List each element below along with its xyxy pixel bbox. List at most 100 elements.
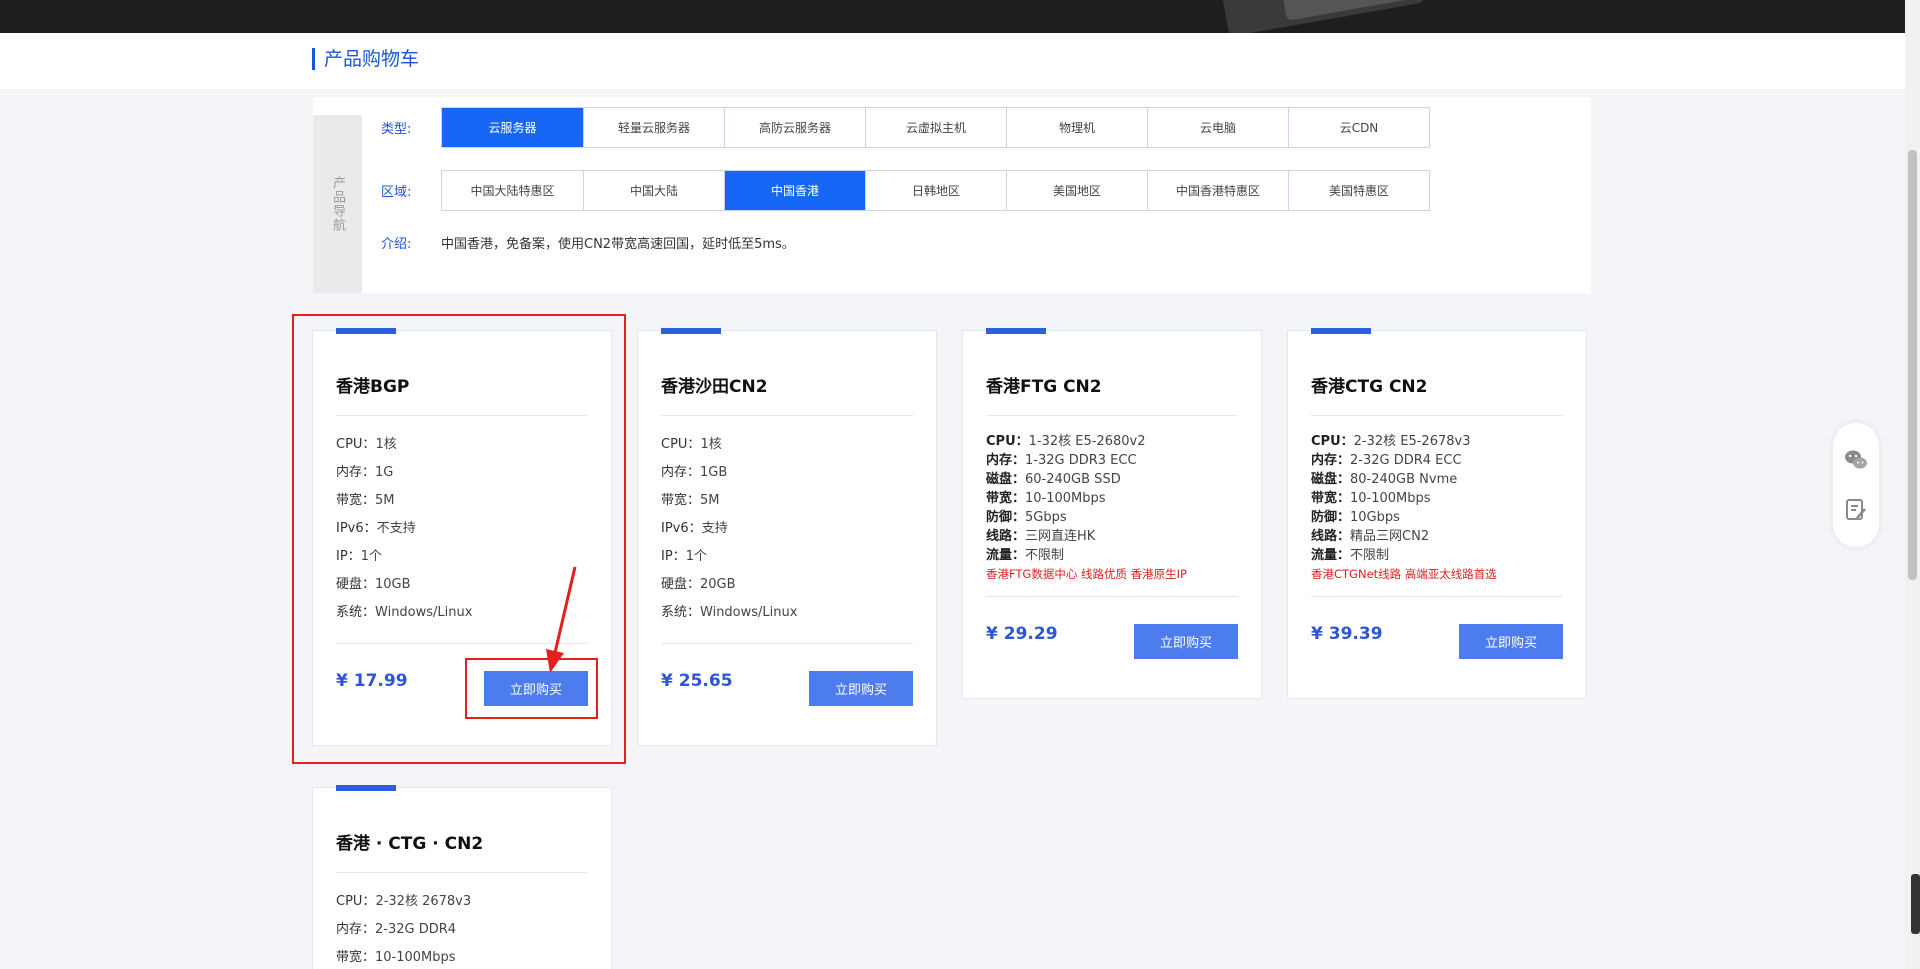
spec-list: CPU：1-32核 E5-2680v2 内存：1-32G DDR3 ECC 磁盘：6… xyxy=(986,432,1146,565)
card-divider xyxy=(986,596,1238,597)
spec-item: 带宽：5M xyxy=(661,487,797,515)
spec-value: 10-100Mbps xyxy=(1025,491,1106,506)
spec-value: 2-32G DDR4 ECC xyxy=(1350,453,1462,468)
scrollbar-thumb[interactable] xyxy=(1908,150,1917,580)
spec-value: 1核 xyxy=(700,437,722,452)
product-card-hk-ctg-cn2-alt: 香港 · CTG · CN2 CPU：2-32核 2678v3 内存：2-32G … xyxy=(312,785,612,969)
region-option[interactable]: 中国大陆 xyxy=(583,171,724,210)
annotation-arrow-icon xyxy=(546,566,577,673)
card-divider xyxy=(986,415,1238,416)
spec-item: 防御：10Gbps xyxy=(1311,508,1471,527)
spec-item: 内存：1GB xyxy=(661,459,797,487)
spec-key: CPU： xyxy=(336,894,376,909)
spec-item: 带宽：10-100Mbps xyxy=(1311,489,1471,508)
product-price: ¥ 29.29 xyxy=(986,624,1058,644)
type-option[interactable]: 物理机 xyxy=(1006,108,1147,147)
spec-value: 20GB xyxy=(700,577,736,592)
type-option[interactable]: 轻量云服务器 xyxy=(583,108,724,147)
type-options: 云服务器 轻量云服务器 高防云服务器 云虚拟主机 物理机 云电脑 云CDN xyxy=(441,107,1430,148)
spec-key: IP： xyxy=(661,549,686,564)
intro-row: 介绍: 中国香港，免备案，使用CN2带宽高速回国，延时低至5ms。 xyxy=(381,233,795,252)
product-name: 香港沙田CN2 xyxy=(661,377,768,397)
spec-item: 流量：不限制 xyxy=(986,546,1146,565)
buy-now-button[interactable]: 立即购买 xyxy=(809,671,913,706)
type-option[interactable]: 云CDN xyxy=(1288,108,1429,147)
intro-text: 中国香港，免备案，使用CN2带宽高速回国，延时低至5ms。 xyxy=(441,237,795,252)
card-divider xyxy=(1311,415,1563,416)
spec-item: IP：1个 xyxy=(661,543,797,571)
spec-item: 系统：Windows/Linux xyxy=(661,599,797,627)
type-option[interactable]: 高防云服务器 xyxy=(724,108,865,147)
card-divider xyxy=(661,643,913,644)
spec-key: 系统： xyxy=(661,605,701,620)
region-option[interactable]: 日韩地区 xyxy=(865,171,1006,210)
spec-value: 支持 xyxy=(701,521,728,536)
card-accent xyxy=(336,785,396,791)
spec-key: 带宽： xyxy=(1311,491,1351,506)
wechat-icon[interactable] xyxy=(1843,447,1869,473)
spec-list: CPU：1核 内存：1GB 带宽：5M IPv6：支持 IP：1个 硬盘：20GB 系统：W… xyxy=(661,431,797,627)
product-price: ¥ 39.39 xyxy=(1311,624,1383,644)
region-option[interactable]: 中国香港特惠区 xyxy=(1147,171,1288,210)
edit-note-icon[interactable] xyxy=(1843,497,1869,523)
spec-item: CPU：1-32核 E5-2680v2 xyxy=(986,432,1146,451)
side-widget xyxy=(1911,874,1920,934)
spec-item: 内存：1-32G DDR3 ECC xyxy=(986,451,1146,470)
spec-value: 80-240GB Nvme xyxy=(1350,472,1458,487)
region-option[interactable]: 美国特惠区 xyxy=(1288,171,1429,210)
nav-side-label: 产品导航 xyxy=(313,115,362,293)
card-divider xyxy=(661,415,913,416)
spec-item: 硬盘：20GB xyxy=(661,571,797,599)
spec-value: 不限制 xyxy=(1025,548,1065,563)
spec-item: CPU：2-32核 E5-2678v3 xyxy=(1311,432,1471,451)
spec-item: 带宽：10-100Mbps xyxy=(336,944,471,969)
type-option[interactable]: 云虚拟主机 xyxy=(865,108,1006,147)
spec-item: CPU：2-32核 2678v3 xyxy=(336,888,471,916)
region-option[interactable]: 中国香港 xyxy=(724,171,865,210)
spec-key: CPU： xyxy=(986,434,1029,449)
spec-value: 2-32G DDR4 xyxy=(375,922,457,937)
buy-now-button[interactable]: 立即购买 xyxy=(1134,624,1238,659)
spec-value: 不限制 xyxy=(1350,548,1390,563)
spec-key: 磁盘： xyxy=(986,472,1026,487)
card-divider xyxy=(336,872,588,873)
spec-key: 流量： xyxy=(986,548,1026,563)
spec-item: 线路：三网直连HK xyxy=(986,527,1146,546)
title-bar: 产品购物车 xyxy=(0,33,1905,89)
spec-value: 2-32核 2678v3 xyxy=(375,894,472,909)
type-filter-row: 类型: 云服务器 轻量云服务器 高防云服务器 云虚拟主机 物理机 云电脑 云CDN xyxy=(381,107,1430,148)
spec-key: IPv6： xyxy=(661,521,702,536)
spec-key: 内存： xyxy=(661,465,701,480)
spec-key: 带宽： xyxy=(661,493,701,508)
region-filter-row: 区域: 中国大陆特惠区 中国大陆 中国香港 日韩地区 美国地区 中国香港特惠区 美国特惠区 xyxy=(381,170,1430,211)
spec-key: 内存： xyxy=(1311,453,1351,468)
card-accent xyxy=(986,328,1046,334)
spec-item: 内存：2-32G DDR4 ECC xyxy=(1311,451,1471,470)
spec-item: 内存：2-32G DDR4 xyxy=(336,916,471,944)
spec-key: CPU： xyxy=(661,437,701,452)
spec-key: CPU： xyxy=(1311,434,1354,449)
spec-value: 60-240GB SSD xyxy=(1025,472,1121,487)
spec-value: 1-32G DDR3 ECC xyxy=(1025,453,1137,468)
floating-toolbar xyxy=(1833,423,1879,547)
promo-text: 香港FTG数据中心 线路优质 香港原生IP xyxy=(986,567,1187,581)
spec-value: 2-32核 E5-2678v3 xyxy=(1353,434,1471,449)
spec-item: 线路：精品三网CN2 xyxy=(1311,527,1471,546)
spec-item: 防御：5Gbps xyxy=(986,508,1146,527)
spec-value: 5Gbps xyxy=(1025,510,1067,525)
card-accent xyxy=(661,328,721,334)
spec-value: 精品三网CN2 xyxy=(1350,529,1430,544)
page-title: 产品购物车 xyxy=(312,48,419,70)
region-option[interactable]: 中国大陆特惠区 xyxy=(442,171,583,210)
page-scrollbar[interactable] xyxy=(1905,0,1920,969)
spec-value: 10-100Mbps xyxy=(1350,491,1431,506)
buy-now-button[interactable]: 立即购买 xyxy=(1459,624,1563,659)
spec-key: 线路： xyxy=(986,529,1026,544)
card-divider xyxy=(1311,596,1563,597)
spec-value: 1个 xyxy=(685,549,707,564)
spec-key: 内存： xyxy=(336,922,376,937)
region-option[interactable]: 美国地区 xyxy=(1006,171,1147,210)
product-price: ¥ 25.65 xyxy=(661,671,733,691)
type-option[interactable]: 云电脑 xyxy=(1147,108,1288,147)
type-option[interactable]: 云服务器 xyxy=(442,108,583,147)
